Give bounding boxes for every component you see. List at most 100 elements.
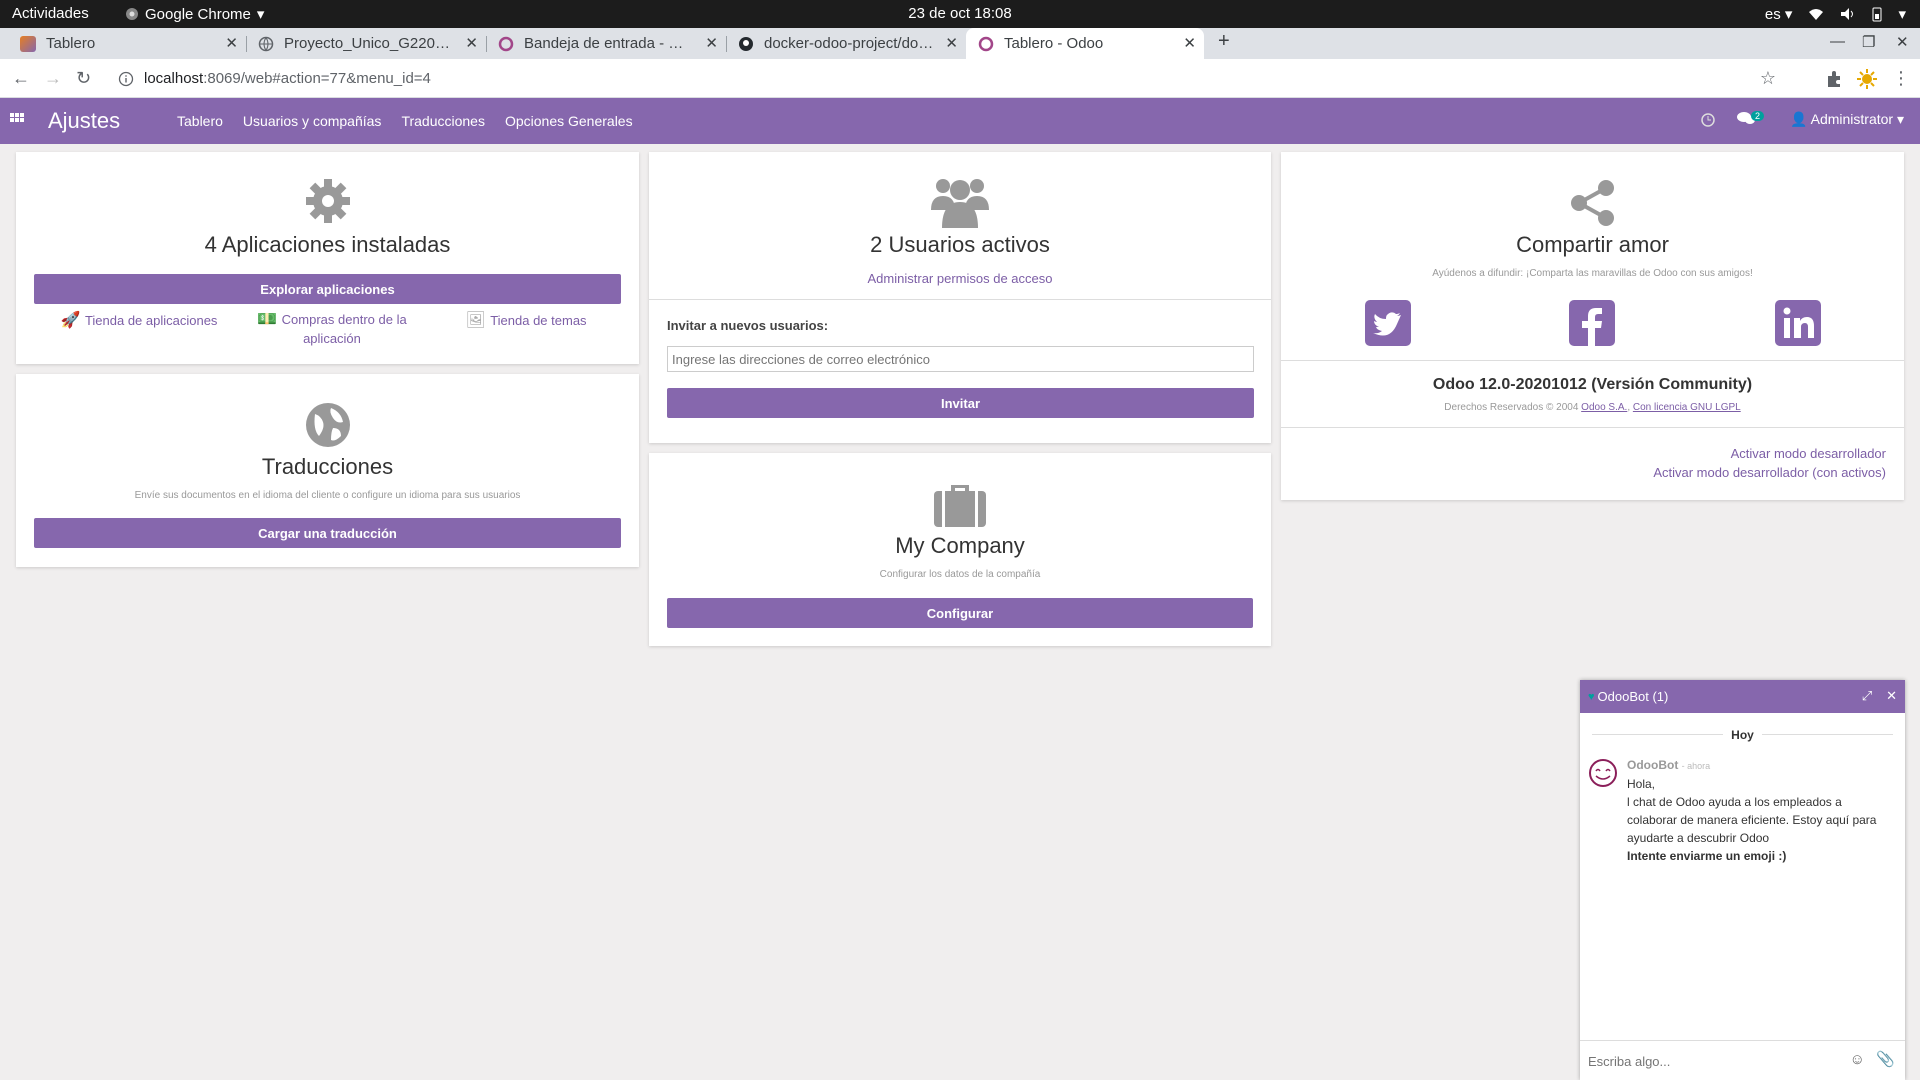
facebook-icon[interactable]: [1569, 300, 1615, 346]
globe-icon: [258, 36, 274, 51]
tab-title: Bandeja de entrada - Odoo: [524, 35, 694, 52]
github-icon: [739, 36, 753, 51]
odoo-navbar: Ajustes Tablero Usuarios y compañías Tra…: [0, 98, 1920, 144]
linkedin-icon[interactable]: [1775, 300, 1821, 346]
chat-header[interactable]: ♥ OdooBot (1) ⤢ ✕: [1580, 680, 1905, 713]
chrome-icon: [126, 8, 138, 20]
chat-input[interactable]: [1588, 1049, 1828, 1073]
address-bar[interactable]: localhost:8069/web#action=77&menu_id=4 ☆: [110, 64, 1790, 93]
invite-email-input[interactable]: [667, 346, 1254, 372]
activity-clock-icon[interactable]: [1701, 112, 1715, 127]
tab-inbox[interactable]: Bandeja de entrada - Odoo ✕: [486, 28, 727, 59]
wifi-icon: [1809, 9, 1824, 20]
back-icon[interactable]: ←: [12, 68, 30, 89]
company-card: My Company Configurar los datos de la co…: [649, 453, 1271, 646]
app-store-link[interactable]: 🚀 Tienda de aplicaciones: [54, 310, 224, 330]
tab-github[interactable]: docker-odoo-project/docker ✕: [726, 28, 966, 59]
close-chat-icon[interactable]: ✕: [1886, 688, 1897, 704]
twitter-icon[interactable]: [1365, 300, 1411, 346]
tab-tablero-odoo[interactable]: Tablero - Odoo ✕: [966, 28, 1204, 59]
caret-down-icon: ▾: [256, 6, 265, 23]
load-translation-button[interactable]: Cargar una traducción: [34, 518, 621, 548]
user-name: Administrator: [1810, 111, 1894, 127]
expand-icon[interactable]: ⤢: [1862, 688, 1872, 704]
tab-pdf[interactable]: Proyecto_Unico_G22020.pdf ✕: [246, 28, 487, 59]
online-heart-icon: ♥: [1588, 690, 1595, 703]
image-icon: 🖼: [465, 312, 486, 329]
odoo-favicon-icon: [20, 35, 36, 52]
translations-subtitle: Envíe sus documentos en el idioma del cl…: [134, 490, 521, 501]
tab-title: Tablero - Odoo: [1004, 35, 1104, 52]
chat-message: OdooBot - ahora Hola, l chat de Odoo ayu…: [1627, 756, 1895, 865]
app-name: Google Chrome: [145, 5, 251, 23]
menu-usuarios[interactable]: Usuarios y compañías: [243, 113, 382, 129]
odoo-logo-icon: [498, 36, 514, 51]
chat-title: OdooBot (1): [1597, 689, 1669, 704]
emoji-icon[interactable]: ☺: [1850, 1051, 1865, 1068]
chat-composer: ☺ 📎: [1580, 1040, 1905, 1080]
app-menu[interactable]: Google Chrome ▾: [125, 5, 264, 23]
paperclip-icon[interactable]: 📎: [1876, 1050, 1895, 1068]
company-title: My Company: [895, 533, 1025, 558]
extensions-puzzle-icon[interactable]: [1825, 70, 1843, 88]
system-menu-caret-icon[interactable]: ▾: [1898, 5, 1906, 23]
message-emphasis: Intente enviarme un emoji :): [1627, 849, 1787, 863]
url-text: localhost:8069/web#action=77&menu_id=4: [144, 70, 431, 87]
main-menu: Tablero Usuarios y compañías Traduccione…: [177, 113, 633, 129]
tab-tablero[interactable]: Tablero ✕: [8, 28, 247, 59]
close-tab-icon[interactable]: ✕: [945, 34, 958, 52]
configure-button[interactable]: Configurar: [667, 598, 1253, 628]
apps-title: 4 Aplicaciones instaladas: [204, 232, 451, 257]
menu-opciones-generales[interactable]: Opciones Generales: [505, 113, 633, 129]
close-tab-icon[interactable]: ✕: [705, 34, 718, 52]
tab-title: Proyecto_Unico_G22020.pdf: [284, 35, 454, 52]
minimize-icon[interactable]: —: [1830, 33, 1845, 50]
bookmark-star-icon[interactable]: ☆: [1760, 68, 1776, 89]
day-label: Hoy: [1723, 728, 1762, 742]
menu-tablero[interactable]: Tablero: [177, 113, 223, 129]
invite-button[interactable]: Invitar: [667, 388, 1254, 418]
license-link[interactable]: Con licencia GNU LGPL: [1633, 402, 1741, 413]
browser-toolbar: ← → ↻ localhost:8069/web#action=77&menu_…: [0, 59, 1920, 98]
in-app-purchases-link[interactable]: 💵 Compras dentro de la aplicación: [252, 310, 412, 348]
dev-mode-link[interactable]: Activar modo desarrollador: [1731, 445, 1886, 463]
language-indicator[interactable]: es ▾: [1765, 5, 1793, 23]
close-tab-icon[interactable]: ✕: [225, 34, 238, 52]
apps-grid-icon[interactable]: [10, 113, 24, 127]
extension-sun-icon[interactable]: [1856, 68, 1878, 90]
odoobot-avatar: [1589, 759, 1617, 787]
manage-access-link[interactable]: Administrar permisos de acceso: [649, 270, 1271, 288]
message-author: OdooBot: [1627, 758, 1679, 772]
share-icon: [1281, 180, 1904, 226]
users-card: 2 Usuarios activos Administrar permisos …: [649, 152, 1271, 443]
explore-apps-button[interactable]: Explorar aplicaciones: [34, 274, 621, 304]
browser-menu-icon[interactable]: ⋮: [1892, 68, 1910, 89]
menu-traducciones[interactable]: Traducciones: [401, 113, 485, 129]
close-tab-icon[interactable]: ✕: [465, 34, 478, 52]
activities-button[interactable]: Actividades: [12, 5, 89, 22]
user-menu[interactable]: 👤 Administrator ▾: [1790, 111, 1904, 128]
close-window-icon[interactable]: ✕: [1896, 33, 1909, 51]
info-icon[interactable]: [118, 71, 134, 87]
company-subtitle: Configurar los datos de la compañía: [879, 569, 1041, 580]
message-time: - ahora: [1681, 761, 1711, 771]
rocket-icon: 🚀: [60, 312, 81, 329]
day-separator: Hoy: [1580, 726, 1905, 744]
briefcase-icon: [649, 481, 1271, 527]
new-tab-icon[interactable]: +: [1218, 30, 1230, 53]
forward-icon[interactable]: →: [44, 68, 62, 89]
user-icon: 👤: [1790, 111, 1808, 127]
theme-store-link[interactable]: 🖼 Tienda de temas: [456, 310, 596, 330]
os-top-bar: Actividades Google Chrome ▾ 23 de oct 18…: [0, 0, 1920, 28]
reload-icon[interactable]: ↻: [76, 68, 91, 89]
dev-mode-assets-link[interactable]: Activar modo desarrollador (con activos): [1653, 464, 1886, 482]
globe-icon: [16, 402, 639, 448]
close-tab-icon[interactable]: ✕: [1183, 34, 1196, 52]
app-brand[interactable]: Ajustes: [48, 108, 120, 134]
maximize-icon[interactable]: ❐: [1862, 33, 1875, 51]
message-greeting: Hola,: [1627, 777, 1656, 791]
messaging-menu[interactable]: 2: [1737, 111, 1768, 128]
users-group-icon: [649, 176, 1271, 228]
odoo-sa-link[interactable]: Odoo S.A.: [1581, 402, 1627, 413]
translations-title: Traducciones: [261, 454, 394, 479]
